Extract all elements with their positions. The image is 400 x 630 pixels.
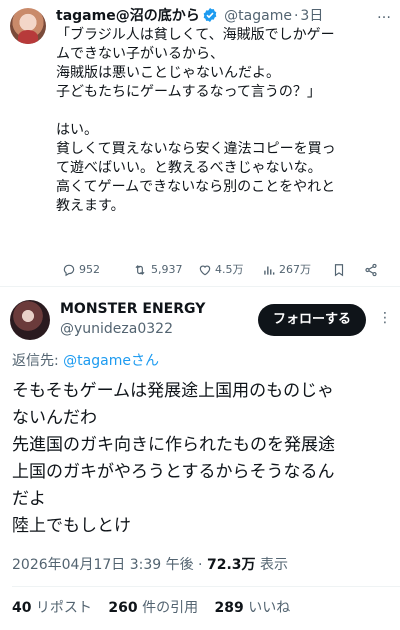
retweet-icon bbox=[132, 263, 148, 277]
tweet-text: 「ブラジル人は貧しくて、海賊版でしかゲー ムできない子がいるから、 海賊版は悪い… bbox=[56, 27, 336, 214]
like-button[interactable]: 4.5万 bbox=[198, 260, 244, 280]
tweet-header: tagame@沼の底から @tagame · 3日 bbox=[56, 6, 392, 26]
more-options-icon[interactable]: … bbox=[377, 6, 392, 22]
avatar[interactable] bbox=[10, 8, 46, 44]
tweet-time[interactable]: 3日 bbox=[300, 8, 323, 24]
more-options-icon[interactable]: ⋮ bbox=[378, 310, 392, 326]
reply-meta: 2026年04月17日 3:39 午後 · 72.3万 表示 bbox=[12, 556, 288, 574]
quotes-stat[interactable]: 260 件の引用 bbox=[108, 600, 198, 616]
replying-prefix: 返信先: bbox=[12, 353, 64, 369]
author-handle[interactable]: @yunideza0322 bbox=[60, 320, 173, 338]
views-button[interactable]: 267万 bbox=[262, 260, 311, 280]
views-label: 表示 bbox=[255, 557, 288, 573]
divider bbox=[12, 586, 400, 587]
author-name[interactable]: tagame@沼の底から bbox=[56, 8, 200, 24]
dot-separator: · bbox=[293, 8, 299, 24]
meta-separator: · bbox=[193, 557, 207, 573]
action-bar: 952 5,937 4.5万 267万 bbox=[52, 260, 392, 280]
reposts-stat[interactable]: 40 リポスト bbox=[12, 600, 92, 616]
reply-button[interactable]: 952 bbox=[62, 260, 100, 280]
reply-timestamp[interactable]: 2026年04月17日 3:39 午後 bbox=[12, 557, 194, 573]
reposts-count: 40 bbox=[12, 600, 32, 616]
quotes-count: 260 bbox=[108, 600, 138, 616]
like-count: 4.5万 bbox=[215, 263, 244, 276]
reply-count: 952 bbox=[79, 263, 100, 276]
likes-count: 289 bbox=[214, 600, 244, 616]
reply-icon bbox=[62, 263, 76, 277]
share-button[interactable] bbox=[364, 260, 378, 280]
bookmark-icon bbox=[332, 263, 346, 277]
engagement-stats: 40 リポスト 260 件の引用 289 いいね bbox=[12, 598, 302, 618]
retweet-count: 5,937 bbox=[151, 263, 183, 276]
replying-to: 返信先: @tagameさん bbox=[12, 352, 159, 370]
retweet-button[interactable]: 5,937 bbox=[132, 260, 183, 280]
reply-text: そもそもゲームは発展途上国用のものじゃ ないんだわ 先進国のガキ向きに作られたも… bbox=[12, 381, 335, 536]
author-name[interactable]: MONSTER ENERGY bbox=[60, 300, 205, 318]
avatar[interactable] bbox=[10, 300, 50, 340]
follow-button[interactable]: フォローする bbox=[258, 304, 366, 336]
views-count: 267万 bbox=[279, 263, 311, 276]
share-icon bbox=[364, 263, 378, 277]
quotes-label: 件の引用 bbox=[137, 600, 199, 616]
tweet-card[interactable]: tagame@沼の底から @tagame · 3日 … 「ブラジル人は貧しくて、海賊… bbox=[0, 0, 400, 285]
like-icon bbox=[198, 263, 212, 277]
likes-label: いいね bbox=[243, 600, 291, 616]
likes-stat[interactable]: 289 いいね bbox=[215, 600, 291, 616]
divider bbox=[0, 286, 400, 287]
bookmark-button[interactable] bbox=[332, 260, 346, 280]
reposts-label: リポスト bbox=[31, 600, 92, 616]
views-count: 72.3万 bbox=[206, 557, 256, 573]
replying-mention-link[interactable]: @tagameさん bbox=[63, 353, 159, 369]
views-icon bbox=[262, 263, 276, 277]
author-handle[interactable]: @tagame bbox=[224, 8, 292, 24]
